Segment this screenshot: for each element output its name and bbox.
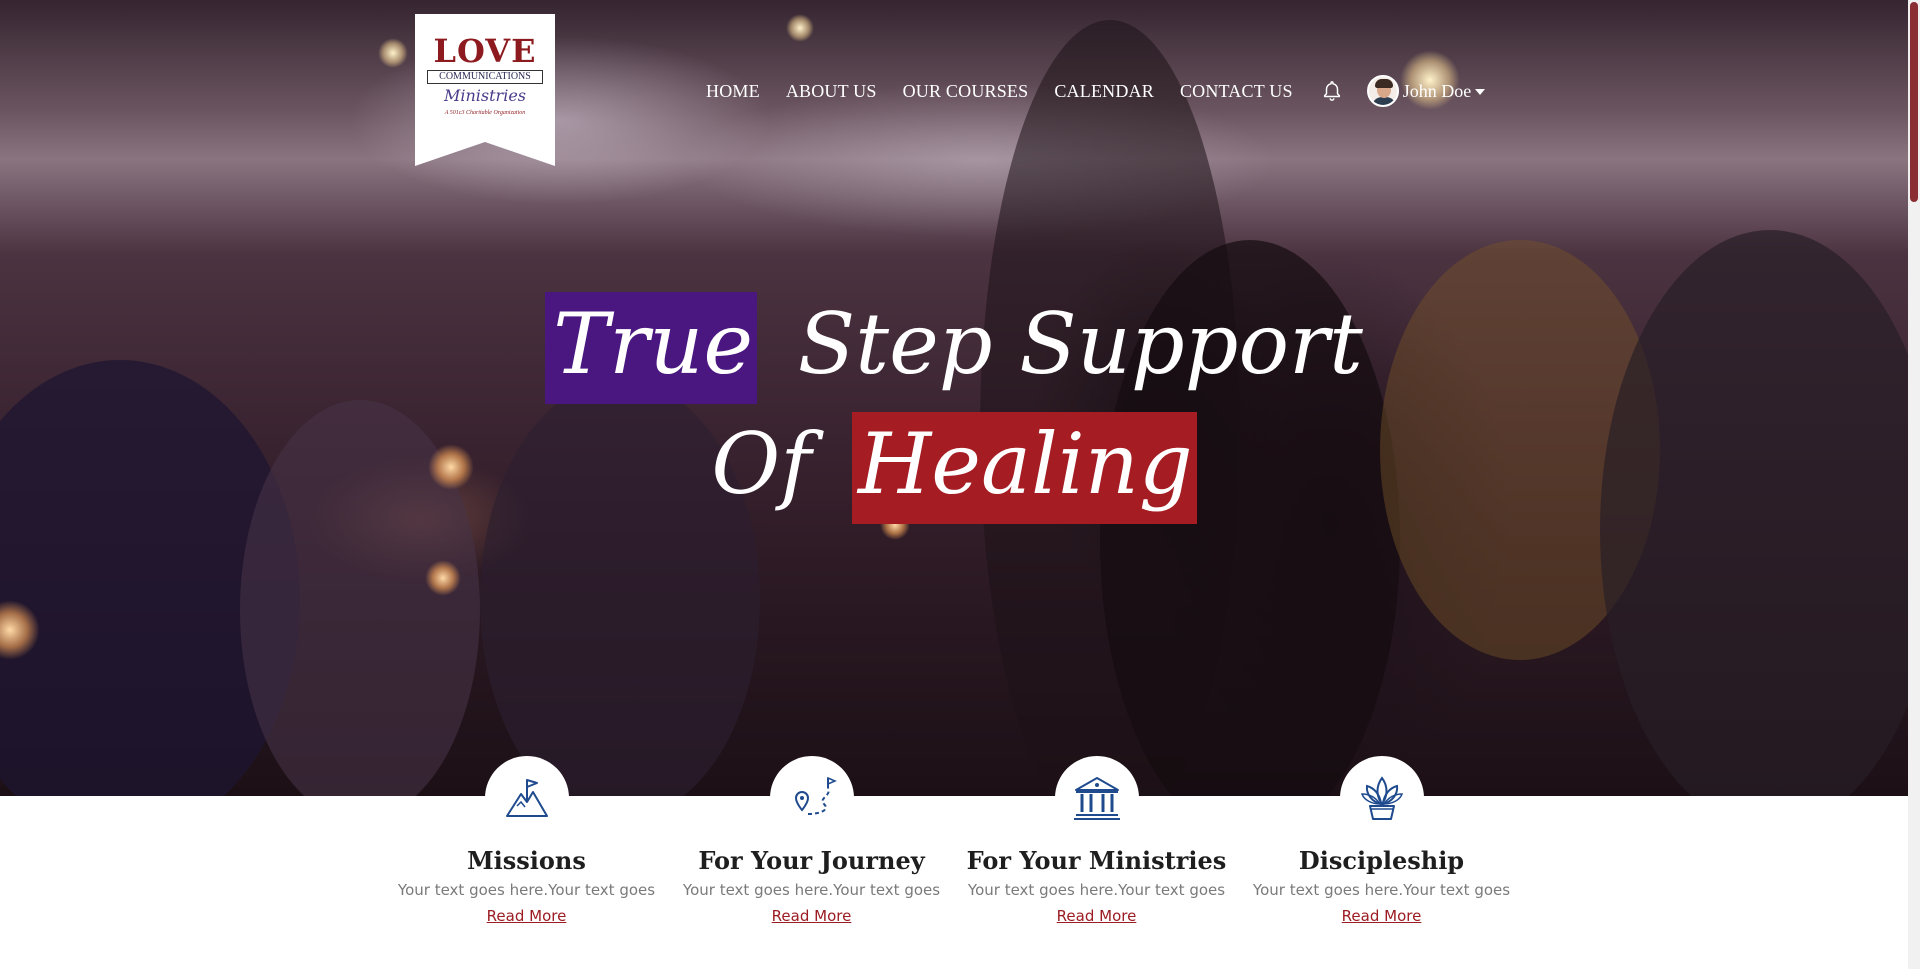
bell-icon[interactable] bbox=[1321, 79, 1343, 103]
feature-text: Your text goes here.Your text goes bbox=[397, 881, 656, 899]
feature-icon-circle bbox=[769, 756, 854, 840]
headline-text: Of bbox=[711, 415, 812, 513]
feature-title: For Your Journey bbox=[698, 846, 925, 875]
nav-calendar[interactable]: CALENDAR bbox=[1054, 81, 1154, 102]
building-columns-icon bbox=[1073, 777, 1120, 820]
feature-card: For Your Ministries Your text goes here.… bbox=[954, 756, 1239, 925]
feature-icon-circle bbox=[1054, 756, 1139, 840]
user-name: John Doe bbox=[1402, 80, 1472, 101]
logo-love-text: LOVE bbox=[433, 32, 537, 70]
feature-card: Discipleship Your text goes here.Your te… bbox=[1239, 756, 1524, 925]
read-more-link[interactable]: Read More bbox=[1057, 907, 1137, 925]
nav-our-courses[interactable]: OUR COURSES bbox=[903, 81, 1029, 102]
logo-ministries-text: Ministries bbox=[443, 86, 526, 105]
feature-text: Your text goes here.Your text goes bbox=[1252, 881, 1511, 899]
main-navigation: HOME ABOUT US OUR COURSES CALENDAR CONTA… bbox=[706, 75, 1486, 107]
read-more-link[interactable]: Read More bbox=[772, 907, 852, 925]
nav-contact-us[interactable]: CONTACT US bbox=[1180, 81, 1293, 102]
page-scrollbar[interactable] bbox=[1908, 0, 1920, 969]
headline-highlight-red: Healing bbox=[852, 412, 1197, 524]
plant-icon bbox=[1360, 776, 1403, 820]
site-logo[interactable]: LOVE COMMUNICATIONS Ministries A 501c3 C… bbox=[415, 14, 555, 166]
feature-text: Your text goes here.Your text goes bbox=[967, 881, 1226, 899]
feature-icon-circle bbox=[1339, 756, 1424, 840]
read-more-link[interactable]: Read More bbox=[1342, 907, 1422, 925]
bokeh-light bbox=[378, 38, 408, 68]
feature-text: Your text goes here.Your text goes bbox=[682, 881, 941, 899]
candle-glow bbox=[425, 560, 461, 596]
logo-tagline: A 501c3 Charitable Organization bbox=[444, 110, 526, 116]
feature-title: For Your Ministries bbox=[966, 846, 1227, 875]
scrollbar-thumb[interactable] bbox=[1910, 2, 1918, 202]
read-more-link[interactable]: Read More bbox=[487, 907, 567, 925]
headline-text: Step Support bbox=[797, 295, 1363, 393]
feature-card: Missions Your text goes here.Your text g… bbox=[384, 756, 669, 925]
bokeh-light bbox=[786, 14, 814, 42]
headline-highlight-purple: True bbox=[545, 292, 758, 404]
feature-icon-circle bbox=[484, 756, 569, 840]
avatar bbox=[1366, 75, 1399, 107]
nav-about-us[interactable]: ABOUT US bbox=[786, 81, 877, 102]
chevron-down-icon bbox=[1475, 89, 1486, 95]
user-menu[interactable]: John Doe bbox=[1366, 75, 1486, 107]
feature-title: Discipleship bbox=[1298, 846, 1465, 875]
mountain-flag-icon bbox=[505, 779, 548, 817]
logo-communications-text: COMMUNICATIONS bbox=[427, 70, 543, 84]
feature-title: Missions bbox=[467, 846, 586, 875]
nav-home[interactable]: HOME bbox=[706, 81, 760, 102]
journey-path-icon bbox=[794, 776, 837, 815]
hero-headline-line1: True Step Support bbox=[0, 292, 1908, 404]
hero-headline-line2: Of Healing bbox=[0, 412, 1908, 524]
features-section: Missions Your text goes here.Your text g… bbox=[0, 756, 1908, 969]
feature-card: For Your Journey Your text goes here.You… bbox=[669, 756, 954, 925]
